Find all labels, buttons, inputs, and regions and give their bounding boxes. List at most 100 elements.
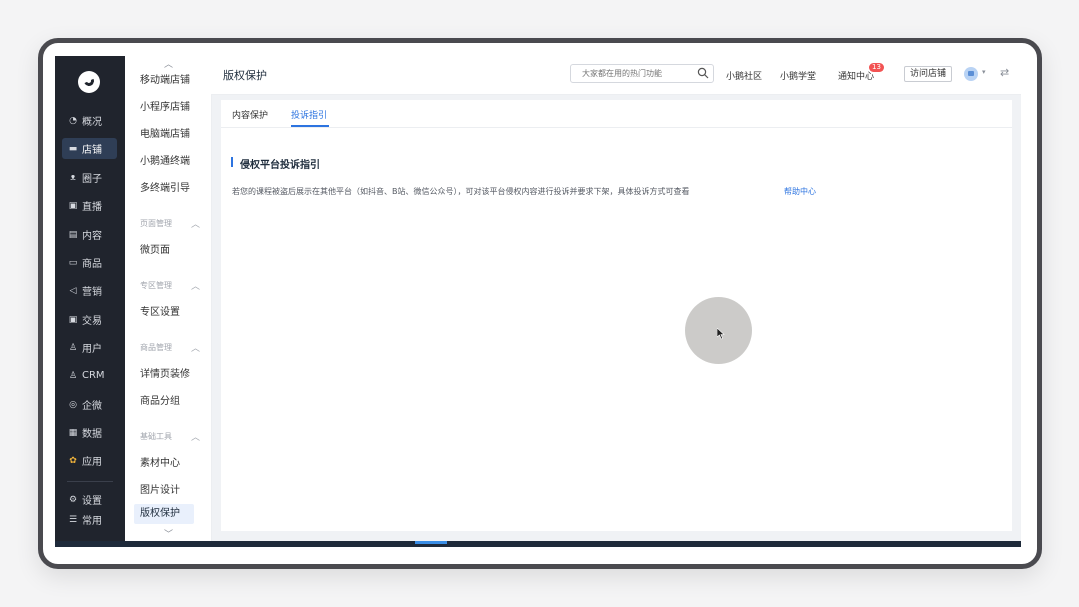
- user-icon: ♙: [68, 342, 78, 353]
- search-input[interactable]: [570, 64, 714, 83]
- nav-item-live[interactable]: ▣ 直播: [62, 195, 117, 216]
- nav-item-label: 圈子: [82, 174, 102, 185]
- submenu-group-header[interactable]: 专区管理 ︿: [140, 280, 200, 292]
- trade-icon: ▣: [68, 314, 78, 325]
- nav-item-label: 企微: [82, 401, 102, 412]
- collapse-caret-icon: ︿: [190, 433, 200, 443]
- apps-icon: ✿: [69, 455, 77, 466]
- submenu-item-active[interactable]: 版权保护: [134, 504, 194, 524]
- chevron-down-icon[interactable]: ▾: [982, 68, 986, 76]
- nav-item-settings[interactable]: ⚙ 设置: [62, 489, 117, 510]
- taskbar-indicator: [415, 541, 447, 544]
- nav-item-label: 营销: [82, 287, 102, 298]
- submenu-group-title: 页面管理: [140, 219, 172, 228]
- tab-bar: 内容保护 投诉指引: [221, 100, 1012, 128]
- crm-icon: ♙: [68, 370, 78, 381]
- switch-icon[interactable]: ⇄: [1000, 66, 1009, 79]
- app-window: ◔ 概况 ▬ 店铺 ᴥ 圈子 ▣ 直播 ▤ 内容 ▭ 商品 ◁ 营销 ▣ 交易: [55, 56, 1021, 547]
- nav-item-label: 商品: [82, 259, 102, 270]
- submenu-item[interactable]: 微页面: [140, 241, 170, 256]
- submenu-item[interactable]: 专区设置: [140, 303, 180, 318]
- app-logo-icon[interactable]: [78, 71, 100, 93]
- nav-item-crm[interactable]: ♙ CRM: [62, 365, 117, 386]
- page-title: 版权保护: [223, 69, 267, 82]
- tab-content-protection[interactable]: 内容保护: [232, 108, 268, 121]
- avatar[interactable]: [964, 67, 978, 81]
- submenu-item[interactable]: 小程序店铺: [140, 98, 190, 113]
- scroll-up-icon[interactable]: ︿: [164, 57, 173, 70]
- nav-item-label: 数据: [82, 429, 102, 440]
- nav-item-goods[interactable]: ▭ 商品: [62, 252, 117, 273]
- wecom-icon: ◎: [69, 399, 77, 410]
- collapse-caret-icon: ︿: [190, 344, 200, 354]
- submenu-group-title: 商品管理: [140, 343, 172, 352]
- submenu-item[interactable]: 素材中心: [140, 454, 180, 469]
- goods-icon: ▭: [68, 257, 78, 268]
- top-header: 版权保护 小鹅社区 小鹅学堂 通知中心 13 访问店铺 ▾ ⇄: [211, 56, 1021, 95]
- notification-badge: 13: [869, 63, 884, 72]
- primary-sidebar: ◔ 概况 ▬ 店铺 ᴥ 圈子 ▣ 直播 ▤ 内容 ▭ 商品 ◁ 营销 ▣ 交易: [55, 56, 125, 547]
- nav-item-apps[interactable]: ✿ 应用: [62, 450, 117, 471]
- nav-item-users[interactable]: ♙ 用户: [62, 337, 117, 358]
- nav-item-label: 用户: [82, 344, 102, 355]
- chart-icon: ◔: [69, 115, 77, 126]
- submenu-group-title: 专区管理: [140, 281, 172, 290]
- submenu-item[interactable]: 电脑端店铺: [140, 125, 190, 140]
- submenu-item[interactable]: 商品分组: [140, 392, 180, 407]
- nav-item-label: 内容: [82, 231, 102, 242]
- collapse-caret-icon: ︿: [190, 282, 200, 292]
- nav-item-overview[interactable]: ◔ 概况: [62, 110, 117, 131]
- nav-item-label: 交易: [82, 316, 102, 327]
- visit-store-button[interactable]: 访问店铺: [904, 66, 952, 82]
- nav-item-label: 设置: [82, 496, 102, 507]
- section-title: 侵权平台投诉指引: [240, 160, 320, 171]
- submenu-item[interactable]: 图片设计: [140, 481, 180, 496]
- data-icon: ▦: [68, 427, 78, 438]
- academy-link[interactable]: 小鹅学堂: [780, 69, 816, 82]
- submenu-item[interactable]: 详情页装修: [140, 365, 190, 380]
- section-accent-bar: [231, 157, 233, 167]
- nav-item-content[interactable]: ▤ 内容: [62, 224, 117, 245]
- people-icon: ᴥ: [70, 173, 76, 183]
- submenu-group-title: 基础工具: [140, 432, 172, 441]
- secondary-sidebar: ︿ 移动端店铺 小程序店铺 电脑端店铺 小鹅通终端 多终端引导 页面管理 ︿ 微…: [125, 56, 212, 547]
- nav-divider: [67, 481, 113, 482]
- taskbar: [55, 541, 1021, 547]
- marketing-icon: ◁: [69, 285, 77, 296]
- section-description: 若您的课程被盗后展示在其他平台（如抖音、B站、微信公众号），可对该平台侵权内容进…: [232, 187, 690, 196]
- search-icon[interactable]: [697, 67, 709, 79]
- nav-item-label: 概况: [82, 117, 102, 128]
- submenu-group-header[interactable]: 页面管理 ︿: [140, 218, 200, 230]
- help-center-link[interactable]: 帮助中心: [784, 186, 816, 197]
- main-panel: 内容保护 投诉指引 侵权平台投诉指引 若您的课程被盗后展示在其他平台（如抖音、B…: [221, 100, 1012, 531]
- collapse-caret-icon: ︿: [190, 220, 200, 230]
- submenu-group-header[interactable]: 商品管理 ︿: [140, 342, 200, 354]
- nav-item-label: CRM: [82, 370, 105, 381]
- scroll-down-icon[interactable]: ﹀: [164, 527, 173, 540]
- notification-center-link[interactable]: 通知中心: [838, 69, 874, 82]
- tab-complaint-guide[interactable]: 投诉指引: [291, 108, 327, 121]
- content-icon: ▤: [68, 229, 78, 240]
- nav-item-wecom[interactable]: ◎ 企微: [62, 394, 117, 415]
- settings-icon: ⚙: [68, 494, 78, 505]
- nav-item-circle[interactable]: ᴥ 圈子: [62, 167, 117, 188]
- submenu-item[interactable]: 小鹅通终端: [140, 152, 190, 167]
- submenu-item[interactable]: 多终端引导: [140, 179, 190, 194]
- nav-item-trade[interactable]: ▣ 交易: [62, 309, 117, 330]
- nav-item-common[interactable]: ☰ 常用: [62, 509, 117, 530]
- submenu-item[interactable]: 移动端店铺: [140, 71, 190, 86]
- submenu-group-header[interactable]: 基础工具 ︿: [140, 431, 200, 443]
- store-icon: ▬: [68, 143, 78, 154]
- nav-item-label: 应用: [82, 457, 102, 468]
- list-icon: ☰: [68, 514, 78, 525]
- nav-item-label: 店铺: [82, 145, 102, 156]
- nav-item-store[interactable]: ▬ 店铺: [62, 138, 117, 159]
- nav-item-label: 常用: [82, 516, 102, 527]
- mouse-pointer-icon: [717, 328, 725, 340]
- active-tab-indicator: [291, 125, 329, 127]
- nav-item-label: 直播: [82, 202, 102, 213]
- live-icon: ▣: [68, 200, 78, 211]
- nav-item-marketing[interactable]: ◁ 营销: [62, 280, 117, 301]
- nav-item-data[interactable]: ▦ 数据: [62, 422, 117, 443]
- community-link[interactable]: 小鹅社区: [726, 69, 762, 82]
